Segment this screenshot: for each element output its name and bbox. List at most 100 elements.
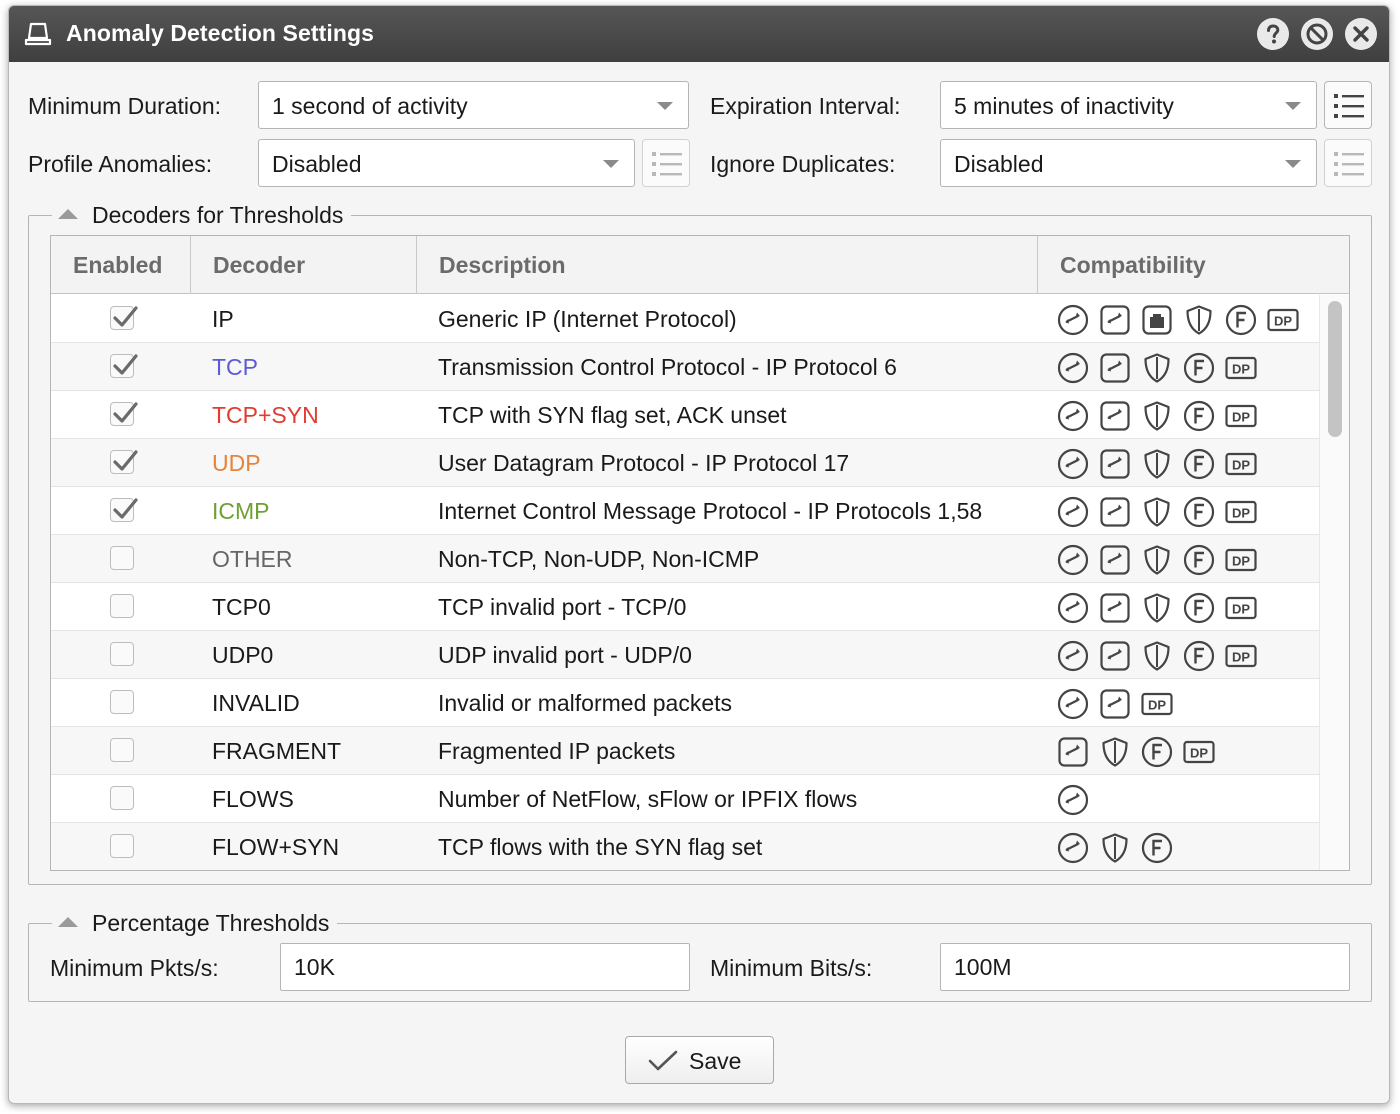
table-row[interactable]: TCP Transmission Control Protocol - IP Pr… [51, 343, 1319, 391]
close-button[interactable] [1345, 18, 1377, 50]
expiration-list-button[interactable] [1324, 81, 1372, 129]
enabled-checkbox[interactable] [110, 354, 138, 378]
f-icon [1141, 832, 1173, 864]
svg-text:DP: DP [1232, 602, 1250, 617]
enabled-checkbox[interactable] [110, 690, 134, 714]
help-button[interactable] [1257, 18, 1289, 50]
header-decoder[interactable]: Decoder [191, 236, 417, 294]
block-button[interactable] [1301, 18, 1333, 50]
svg-text:DP: DP [1232, 554, 1250, 569]
ignore-duplicates-select[interactable]: Disabled [940, 139, 1317, 187]
table-row[interactable]: FLOW+SYN TCP flows with the SYN flag set [51, 823, 1319, 870]
enabled-checkbox[interactable] [110, 834, 134, 858]
svg-text:DP: DP [1232, 650, 1250, 665]
f-icon [1183, 400, 1215, 432]
table-row[interactable]: UDP User Datagram Protocol - IP Protocol … [51, 439, 1319, 487]
table-row[interactable]: TCP0 TCP invalid port - TCP/0 DP [51, 583, 1319, 631]
decoders-legend[interactable]: Decoders for Thresholds [52, 201, 352, 229]
header-enabled[interactable]: Enabled [51, 236, 191, 294]
ignore-list-button[interactable] [1324, 139, 1372, 187]
decoder-description: UDP invalid port - UDP/0 [438, 642, 692, 668]
enabled-checkbox[interactable] [110, 306, 138, 330]
expiration-interval-select[interactable]: 5 minutes of inactivity [940, 81, 1317, 129]
settings-window: Anomaly Detection Settings Minimum Durat… [8, 5, 1390, 1104]
table-row[interactable]: FLOWS Number of NetFlow, sFlow or IPFIX f… [51, 775, 1319, 823]
dp-icon: DP [1225, 544, 1257, 576]
profile-anomalies-select[interactable]: Disabled [258, 139, 635, 187]
flow-icon [1057, 688, 1089, 720]
min-pkts-field[interactable] [280, 943, 690, 991]
decoder-description: Number of NetFlow, sFlow or IPFIX flows [438, 786, 858, 812]
shield-icon [1099, 832, 1131, 864]
table-row[interactable]: UDP0 UDP invalid port - UDP/0 DP [51, 631, 1319, 679]
percentage-legend-label: Percentage Thresholds [92, 910, 330, 936]
shield-icon [1141, 592, 1173, 624]
enabled-checkbox[interactable] [110, 642, 134, 666]
decoder-description: Invalid or malformed packets [438, 690, 733, 716]
sflow-icon [1099, 400, 1131, 432]
table-row[interactable]: TCP+SYN TCP with SYN flag set, ACK unset D… [51, 391, 1319, 439]
flow-icon [1057, 304, 1089, 336]
decoders-legend-label: Decoders for Thresholds [92, 202, 344, 228]
table-row[interactable]: INVALID Invalid or malformed packets DP [51, 679, 1319, 727]
decoder-description: TCP with SYN flag set, ACK unset [438, 402, 787, 428]
profile-anomalies-value: Disabled [272, 151, 362, 177]
close-icon [1346, 19, 1376, 49]
min-bits-input[interactable] [941, 944, 1349, 990]
decoder-description: User Datagram Protocol - IP Protocol 17 [438, 450, 850, 476]
percentage-legend[interactable]: Percentage Thresholds [52, 909, 338, 937]
list-icon [1334, 152, 1364, 176]
f-icon [1183, 448, 1215, 480]
grid-scrollbar[interactable] [1319, 295, 1349, 870]
min-bits-field[interactable] [940, 943, 1350, 991]
enabled-checkbox[interactable] [110, 738, 134, 762]
help-icon [1258, 19, 1288, 49]
monitor-stand-icon [24, 22, 52, 46]
chevron-down-icon [1285, 160, 1301, 168]
sflow-icon [1099, 592, 1131, 624]
table-row[interactable]: ICMP Internet Control Message Protocol - … [51, 487, 1319, 535]
decoder-name: FLOWS [212, 786, 294, 812]
decoder-description: Fragmented IP packets [438, 738, 676, 764]
sflow-icon [1099, 496, 1131, 528]
flow-icon [1057, 784, 1089, 816]
sflow-icon [1099, 640, 1131, 672]
shield-icon [1183, 304, 1215, 336]
flow-icon [1057, 448, 1089, 480]
table-row[interactable]: OTHER Non-TCP, Non-UDP, Non-ICMP DP [51, 535, 1319, 583]
flow-icon [1057, 352, 1089, 384]
save-button[interactable]: Save [625, 1036, 774, 1084]
dp-icon: DP [1225, 640, 1257, 672]
min-pkts-input[interactable] [281, 944, 689, 990]
enabled-checkbox[interactable] [110, 498, 138, 522]
checkmark-icon [113, 354, 138, 375]
decoder-name: TCP+SYN [212, 402, 319, 428]
f-icon [1183, 544, 1215, 576]
svg-text:DP: DP [1232, 362, 1250, 377]
grid-header: Enabled Decoder Description Compatibilit… [51, 236, 1349, 294]
enabled-checkbox[interactable] [110, 546, 134, 570]
header-compatibility[interactable]: Compatibility [1038, 236, 1349, 294]
svg-text:DP: DP [1190, 746, 1208, 761]
enabled-checkbox[interactable] [110, 450, 138, 474]
header-description[interactable]: Description [417, 236, 1038, 294]
enabled-checkbox[interactable] [110, 402, 138, 426]
shield-icon [1141, 448, 1173, 480]
ignore-duplicates-value: Disabled [954, 151, 1044, 177]
profile-list-button[interactable] [642, 139, 690, 187]
table-row[interactable]: FRAGMENT Fragmented IP packets DP [51, 727, 1319, 775]
dp-icon: DP [1267, 304, 1299, 336]
scrollbar-thumb[interactable] [1328, 301, 1342, 437]
chevron-down-icon [1285, 102, 1301, 110]
checkmark-icon [113, 450, 138, 471]
table-row[interactable]: IP Generic IP (Internet Protocol) DP [51, 295, 1319, 343]
list-icon [652, 152, 682, 176]
decoders-grid: Enabled Decoder Description Compatibilit… [50, 235, 1350, 871]
decoder-description: TCP flows with the SYN flag set [438, 834, 763, 860]
chevron-down-icon [603, 160, 619, 168]
minimum-duration-select[interactable]: 1 second of activity [258, 81, 689, 129]
enabled-checkbox[interactable] [110, 594, 134, 618]
enabled-checkbox[interactable] [110, 786, 134, 810]
f-icon [1183, 592, 1215, 624]
shield-icon [1141, 352, 1173, 384]
